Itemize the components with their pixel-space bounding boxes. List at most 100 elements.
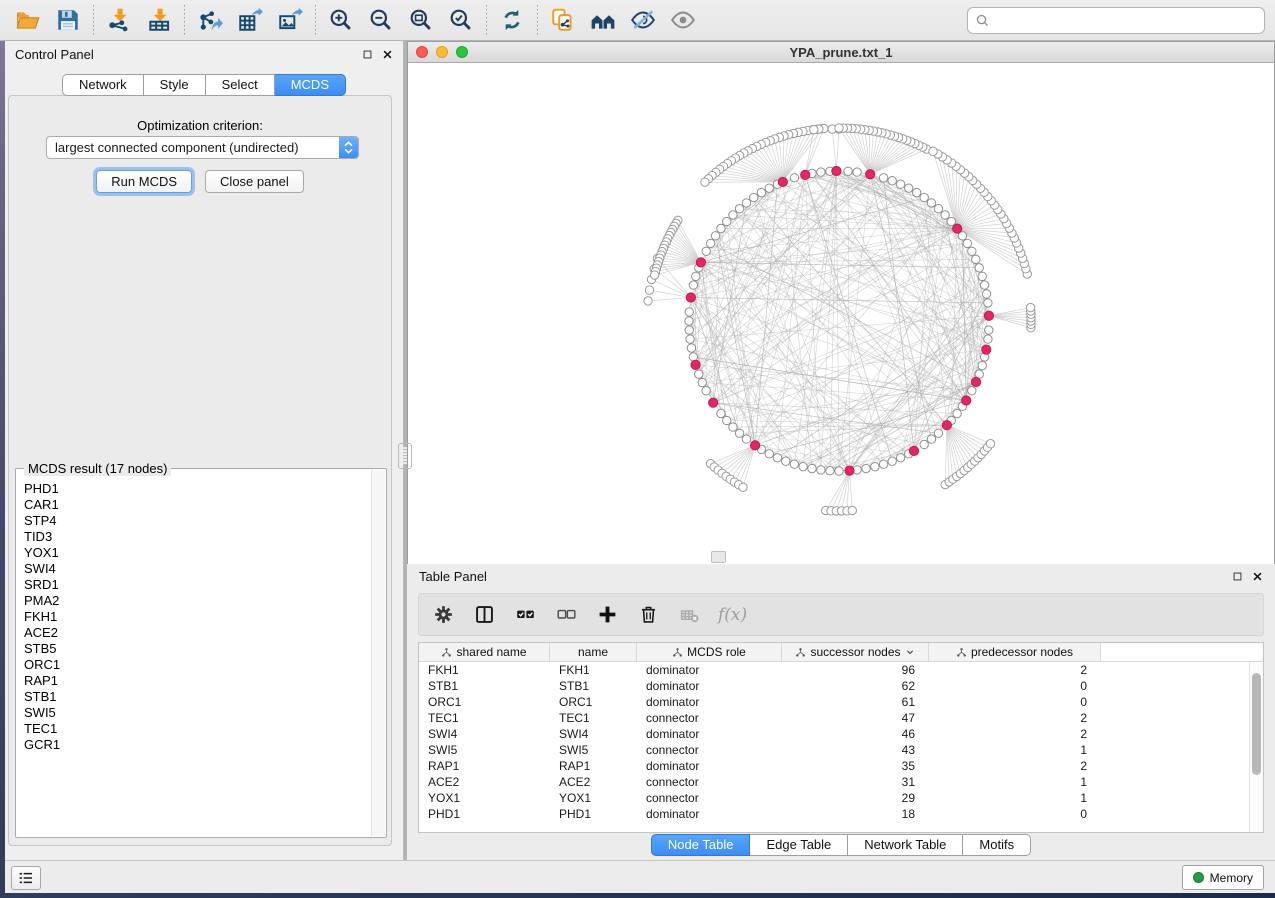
table-cell: YOX1	[550, 790, 637, 806]
mcds-result-item[interactable]: STB5	[24, 641, 371, 657]
memory-button[interactable]: Memory	[1182, 865, 1264, 890]
mcds-result-list[interactable]: PHD1CAR1STP4TID3YOX1SWI4SRD1PMA2FKH1ACE2…	[17, 477, 371, 836]
mcds-result-item[interactable]: TID3	[24, 529, 371, 545]
column-header-shared-name[interactable]: shared name	[419, 643, 550, 661]
mcds-result-item[interactable]: GCR1	[24, 737, 371, 753]
first-neighbors-icon	[590, 7, 616, 33]
open-file-button[interactable]	[8, 3, 48, 37]
table-row[interactable]: FKH1FKH1dominator962	[419, 662, 1249, 678]
table-cell: TEC1	[419, 710, 550, 726]
create-new-column-button[interactable]	[595, 603, 619, 627]
tab-motifs[interactable]: Motifs	[963, 834, 1031, 856]
delete-columns-icon	[638, 604, 659, 625]
memory-label: Memory	[1210, 871, 1253, 885]
export-table-button[interactable]	[230, 3, 270, 37]
mcds-result-item[interactable]: PMA2	[24, 593, 371, 609]
tab-select[interactable]: Select	[206, 74, 275, 96]
table-cell: connector	[637, 710, 782, 726]
zoom-out-button[interactable]	[361, 3, 401, 37]
close-table-panel-icon[interactable]	[1252, 571, 1263, 582]
table-cell: STB1	[419, 678, 550, 694]
status-list-button[interactable]	[11, 866, 41, 890]
table-cell-filler	[1101, 806, 1249, 822]
table-row[interactable]: SWI4SWI4dominator462	[419, 726, 1249, 742]
table-row[interactable]: ORC1ORC1dominator610	[419, 694, 1249, 710]
tab-edge-table[interactable]: Edge Table	[750, 834, 848, 856]
toolbar-separator	[93, 5, 94, 35]
table-row[interactable]: PHD1PHD1dominator180	[419, 806, 1249, 822]
mcds-result-item[interactable]: STP4	[24, 513, 371, 529]
tab-network-table[interactable]: Network Table	[848, 834, 963, 856]
mcds-result-item[interactable]: YOX1	[24, 545, 371, 561]
task-list-icon	[18, 870, 34, 886]
horizontal-splitter-grip[interactable]	[711, 551, 726, 563]
table-row[interactable]: RAP1RAP1dominator352	[419, 758, 1249, 774]
mcds-result-item[interactable]: RAP1	[24, 673, 371, 689]
table-row[interactable]: YOX1YOX1connector291	[419, 790, 1249, 806]
close-panel-icon[interactable]	[382, 49, 393, 60]
column-header-filler	[1101, 643, 1263, 661]
mcds-result-item[interactable]: SWI5	[24, 705, 371, 721]
run-mcds-button[interactable]: Run MCDS	[96, 170, 192, 193]
float-panel-icon[interactable]	[362, 49, 373, 60]
sort-indicator-icon	[905, 647, 915, 657]
column-header-successor-nodes[interactable]: successor nodes	[782, 643, 929, 661]
first-neighbors-button[interactable]	[583, 3, 623, 37]
global-search-field[interactable]	[967, 7, 1265, 34]
float-table-panel-icon[interactable]	[1232, 571, 1243, 582]
save-session-button[interactable]	[48, 3, 88, 37]
show-hide-columns-button[interactable]	[472, 603, 496, 627]
deselect-all-rows-button[interactable]	[554, 603, 578, 627]
table-row[interactable]: ACE2ACE2connector311	[419, 774, 1249, 790]
zoom-fit-button[interactable]	[401, 3, 441, 37]
table-cell: SWI4	[419, 726, 550, 742]
close-panel-button[interactable]: Close panel	[205, 170, 304, 193]
column-label: name	[578, 645, 608, 659]
mcds-result-item[interactable]: TEC1	[24, 721, 371, 737]
network-canvas[interactable]	[408, 63, 1274, 564]
table-row[interactable]: STB1STB1dominator620	[419, 678, 1249, 694]
mcds-result-item[interactable]: FKH1	[24, 609, 371, 625]
export-image-button[interactable]	[270, 3, 310, 37]
network-window-titlebar[interactable]: YPA_prune.txt_1	[408, 42, 1274, 63]
refresh-button[interactable]	[492, 3, 532, 37]
table-cell-filler	[1101, 694, 1249, 710]
import-network-button[interactable]	[99, 3, 139, 37]
mcds-result-item[interactable]: ORC1	[24, 657, 371, 673]
mcds-list-scrollbar[interactable]	[371, 470, 385, 836]
network-graph[interactable]	[408, 63, 1274, 564]
new-network-from-selection-button[interactable]	[543, 3, 583, 37]
tab-style[interactable]: Style	[144, 74, 206, 96]
table-row[interactable]: SWI5SWI5connector431	[419, 742, 1249, 758]
table-scrollbar[interactable]	[1249, 662, 1263, 832]
table-scrollbar-thumb[interactable]	[1252, 673, 1261, 775]
column-header-predecessor-nodes[interactable]: predecessor nodes	[929, 643, 1101, 661]
dropdown-stepper-icon[interactable]	[339, 137, 358, 158]
select-all-rows-button[interactable]	[513, 603, 537, 627]
mcds-result-item[interactable]: CAR1	[24, 497, 371, 513]
table-row[interactable]: TEC1TEC1connector472	[419, 710, 1249, 726]
delete-columns-button[interactable]	[636, 603, 660, 627]
vertical-splitter-grip[interactable]	[398, 443, 412, 469]
show-all-button[interactable]	[663, 3, 703, 37]
table-cell: 31	[782, 774, 929, 790]
zoom-in-button[interactable]	[321, 3, 361, 37]
search-input[interactable]	[995, 13, 1257, 28]
tab-mcds[interactable]: MCDS	[275, 74, 346, 96]
mcds-result-item[interactable]: PHD1	[24, 481, 371, 497]
hide-selected-button[interactable]	[623, 3, 663, 37]
table-mode-settings-button[interactable]	[431, 603, 455, 627]
mcds-result-item[interactable]: ACE2	[24, 625, 371, 641]
tab-network[interactable]: Network	[62, 74, 144, 96]
import-table-button[interactable]	[139, 3, 179, 37]
table-cell: 29	[782, 790, 929, 806]
mcds-result-item[interactable]: SWI4	[24, 561, 371, 577]
criterion-dropdown[interactable]: largest connected component (undirected)	[46, 136, 359, 159]
column-header-MCDS-role[interactable]: MCDS role	[637, 643, 782, 661]
column-header-name[interactable]: name	[550, 643, 637, 661]
mcds-result-item[interactable]: SRD1	[24, 577, 371, 593]
tab-node-table[interactable]: Node Table	[651, 834, 751, 856]
mcds-result-item[interactable]: STB1	[24, 689, 371, 705]
export-network-button[interactable]	[190, 3, 230, 37]
zoom-selected-button[interactable]	[441, 3, 481, 37]
